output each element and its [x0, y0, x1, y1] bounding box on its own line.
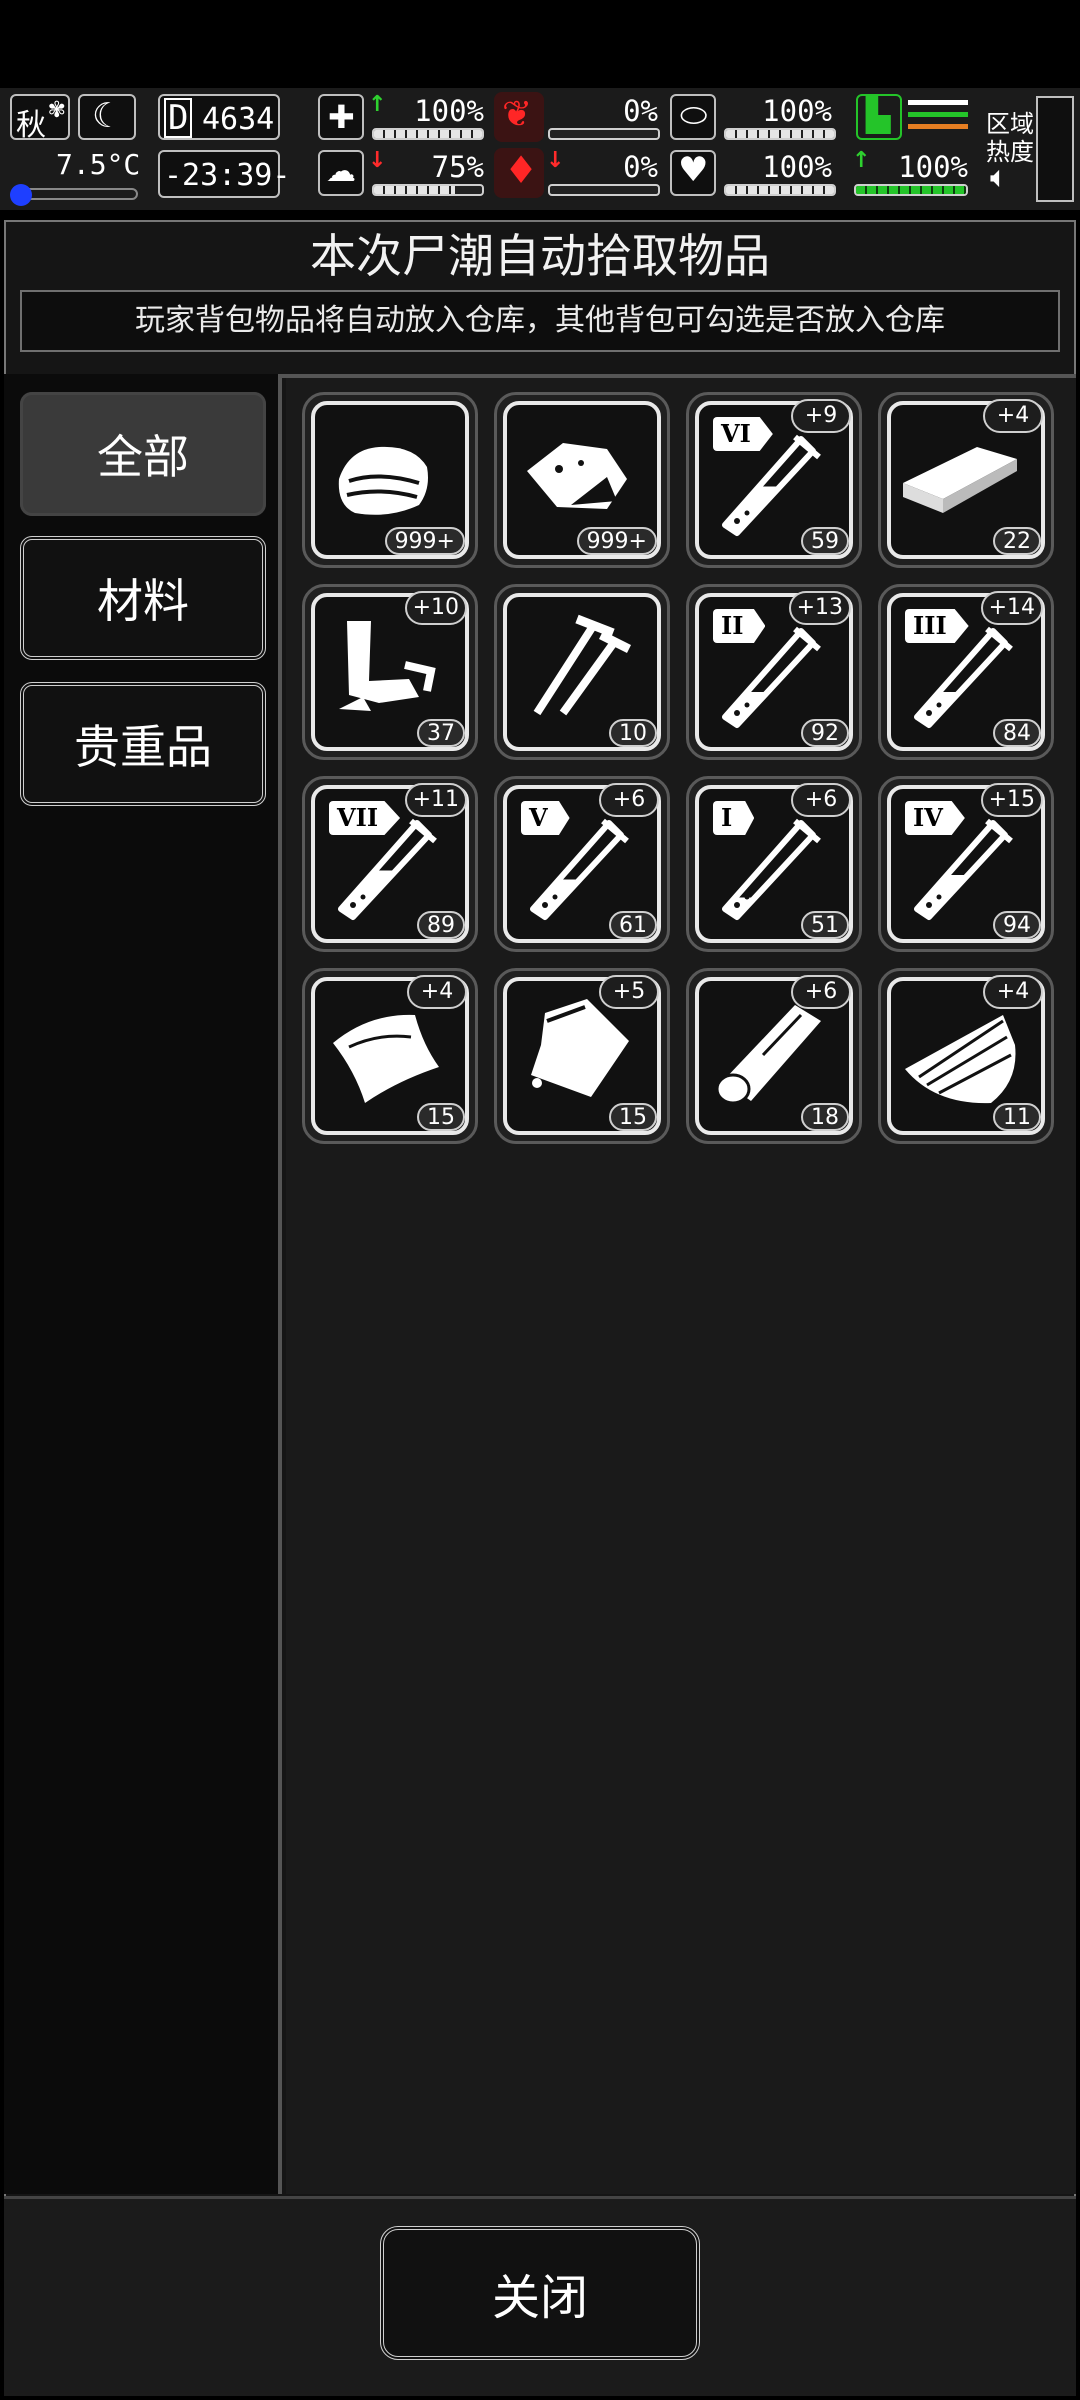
item-bonus-badge: +6 [599, 783, 659, 817]
blood-drop-icon: ♦ [494, 148, 544, 198]
heart-icon: ♥ [670, 150, 716, 196]
item-slot[interactable]: 10 [494, 584, 670, 760]
medicine-bar [724, 128, 836, 140]
medkit-icon: ✚ [318, 94, 364, 140]
stamina-stripes-icon [908, 100, 968, 136]
item-count: 11 [993, 1103, 1041, 1131]
item-bonus-badge: +4 [983, 399, 1043, 433]
item-bonus-badge: +13 [788, 591, 851, 625]
item-slot[interactable]: +4 11 [878, 968, 1054, 1144]
zone-heat-meter [1036, 96, 1074, 202]
item-bonus-badge: +5 [599, 975, 659, 1009]
dialog-title: 本次尸潮自动拾取物品 [310, 229, 770, 283]
pill-icon: ⬭ [670, 94, 716, 140]
item-bonus-badge: +14 [980, 591, 1043, 625]
item-count: 15 [609, 1103, 657, 1131]
temperature-label: 7.5°C [56, 148, 141, 181]
item-slot[interactable]: II +13 92 [686, 584, 862, 760]
season-label: 秋 [16, 108, 46, 143]
item-slot[interactable]: +4 15 [302, 968, 478, 1144]
temperature-knob [10, 184, 32, 206]
season-box: 秋 ✾ [10, 94, 70, 143]
tab-materials[interactable]: 材料 [20, 536, 266, 660]
item-count: 999+ [576, 527, 657, 555]
item-count: 89 [417, 911, 465, 939]
item-count: 84 [993, 719, 1041, 747]
item-slot[interactable]: +4 22 [878, 392, 1054, 568]
item-count: 94 [993, 911, 1041, 939]
stamina-value: 100% [898, 150, 968, 184]
leaf-icon: ✾ [47, 98, 66, 123]
health-value: 100% [414, 94, 484, 128]
item-bonus-badge: +10 [404, 591, 467, 625]
item-slot[interactable]: IV +15 94 [878, 776, 1054, 952]
item-count: 999+ [384, 527, 465, 555]
item-bonus-badge: +15 [980, 783, 1043, 817]
item-count: 18 [801, 1103, 849, 1131]
item-bonus-badge: +6 [791, 783, 851, 817]
stomach-icon: ❦ [494, 92, 544, 142]
item-count: 59 [801, 527, 849, 555]
boot-icon: ▙ [856, 94, 902, 140]
item-slot[interactable]: III +14 84 [878, 584, 1054, 760]
item-bonus-badge: +4 [983, 975, 1043, 1009]
medicine-value: 100% [762, 94, 832, 128]
item-slot[interactable]: 999+ [302, 392, 478, 568]
item-bonus-badge: +9 [791, 399, 851, 433]
item-count: 22 [993, 527, 1041, 555]
item-slot[interactable]: +5 15 [494, 968, 670, 1144]
day-counter: 4634 [202, 102, 275, 137]
item-count: 15 [417, 1103, 465, 1131]
item-slot[interactable]: VII +11 89 [302, 776, 478, 952]
close-button[interactable]: 关闭 [380, 2226, 700, 2360]
hunger-bar [548, 128, 660, 140]
mental-bar [372, 184, 484, 196]
health-bar [372, 128, 484, 140]
blood-value: 0% [623, 150, 658, 184]
day-box: D 4634 [158, 94, 280, 140]
moon-icon: ☾ [92, 96, 123, 136]
clock-time: -23:39- [164, 158, 291, 193]
item-bonus-badge: +11 [404, 783, 467, 817]
item-bonus-badge: +4 [407, 975, 467, 1009]
item-grid: 999+ 999+ VI +9 59 +4 22 +10 37 10 II +13 92 III +1… [286, 378, 1076, 2194]
tab-all[interactable]: 全部 [20, 392, 266, 516]
item-slot[interactable]: +6 18 [686, 968, 862, 1144]
item-count: 61 [609, 911, 657, 939]
mental-value: 75% [431, 150, 484, 184]
clock-box: -23:39- [158, 150, 290, 198]
temperature-slider [10, 184, 138, 206]
heart-bar [724, 184, 836, 196]
day-prefix: D [164, 98, 193, 138]
speaker-icon[interactable]: 🔈︎ [990, 160, 1008, 195]
item-count: 37 [417, 719, 465, 747]
status-hud: 秋 ✾ ☾ 7.5°C D 4634 -23:39- ✚ ↑ 100% ☁ ↓ … [0, 88, 1080, 210]
tab-valuables[interactable]: 贵重品 [20, 682, 266, 806]
item-count: 10 [609, 719, 657, 747]
item-bonus-badge: +6 [791, 975, 851, 1009]
blood-bar [548, 184, 660, 196]
heart-value: 100% [762, 150, 832, 184]
item-count: 92 [801, 719, 849, 747]
item-slot[interactable]: +10 37 [302, 584, 478, 760]
item-slot[interactable]: 999+ [494, 392, 670, 568]
item-slot[interactable]: V +6 61 [494, 776, 670, 952]
health-up-arrow-icon: ↑ [368, 92, 387, 117]
item-count: 51 [801, 911, 849, 939]
stamina-bar [854, 184, 968, 196]
mental-down-arrow-icon: ↓ [368, 148, 387, 173]
brain-icon: ☁ [318, 150, 364, 196]
moon-box: ☾ [78, 94, 136, 140]
dialog-subtitle: 玩家背包物品将自动放入仓库，其他背包可勾选是否放入仓库 [20, 290, 1060, 352]
item-slot[interactable]: I +6 51 [686, 776, 862, 952]
hunger-value: 0% [623, 94, 658, 128]
category-sidebar: 全部 材料 贵重品 [4, 374, 282, 2194]
item-slot[interactable]: VI +9 59 [686, 392, 862, 568]
